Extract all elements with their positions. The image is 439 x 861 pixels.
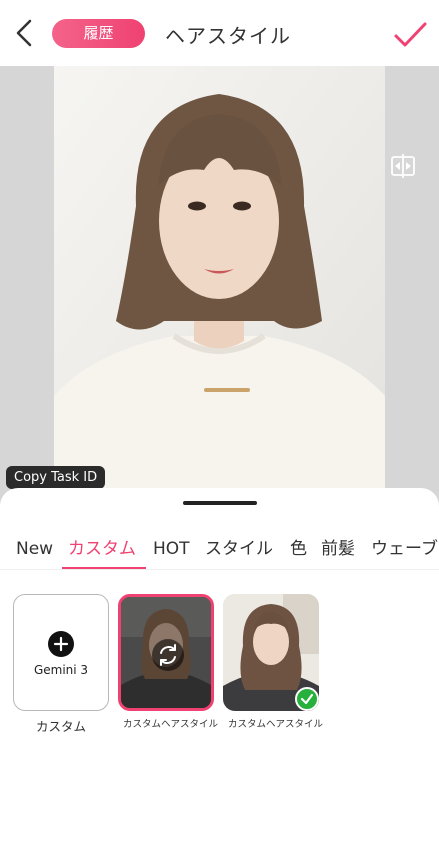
tab-new[interactable]: New (16, 536, 53, 566)
bottom-sheet: New カスタム HOT スタイル 色 前髪 ウェーブ Gemini 3 カスタ… (0, 488, 439, 861)
photo-preview-area: Copy Task ID (0, 66, 439, 536)
check-icon[interactable] (392, 18, 428, 52)
add-custom-card[interactable]: Gemini 3 (13, 594, 109, 711)
divider (0, 569, 439, 570)
tab-custom[interactable]: カスタム (68, 536, 136, 566)
tab-hot[interactable]: HOT (153, 536, 190, 566)
page-title: ヘアスタイル (165, 24, 291, 48)
history-button[interactable]: 履歴 (52, 19, 145, 48)
chevron-left-icon[interactable] (10, 16, 40, 50)
copy-task-id-tooltip[interactable]: Copy Task ID (6, 466, 106, 489)
custom-hairstyle-card-2[interactable] (223, 594, 319, 711)
tab-style[interactable]: スタイル (205, 536, 273, 566)
sheet-handle[interactable] (183, 501, 257, 505)
card-2-caption: カスタムヘアスタイル (228, 719, 324, 730)
applied-check-icon (295, 687, 319, 711)
split-compare-icon[interactable] (389, 152, 417, 180)
plus-icon (48, 631, 74, 657)
tab-bangs[interactable]: 前髪 (321, 536, 355, 566)
top-bar: 履歴 ヘアスタイル (0, 0, 439, 66)
tab-wave[interactable]: ウェーブ (371, 536, 438, 566)
category-tabs: New カスタム HOT スタイル 色 前髪 ウェーブ (0, 536, 439, 570)
custom-hairstyle-card-1[interactable] (118, 594, 214, 711)
add-card-caption: カスタム (35, 719, 86, 734)
portrait-photo (54, 66, 385, 506)
regenerate-icon[interactable] (152, 639, 184, 671)
card-1-caption: カスタムヘアスタイル (123, 719, 219, 730)
model-label: Gemini 3 (33, 663, 89, 677)
tab-color[interactable]: 色 (290, 536, 307, 566)
